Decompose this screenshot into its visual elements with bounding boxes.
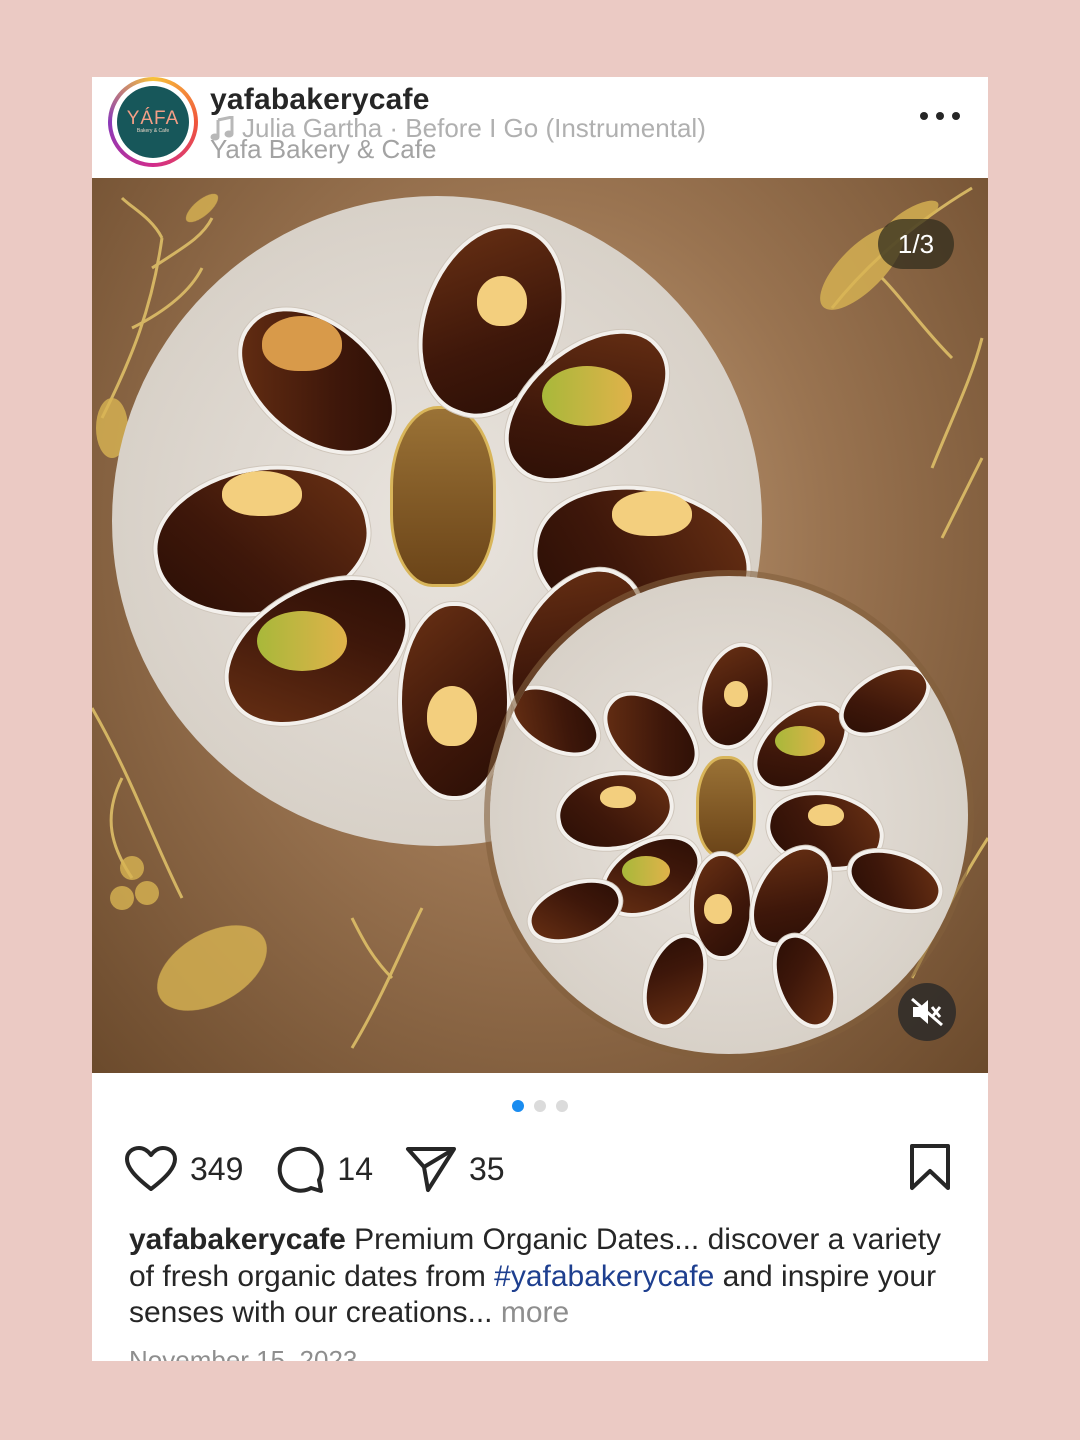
- story-ring[interactable]: YÁFA Bakery & Cafe: [108, 77, 198, 167]
- comment-bubble-icon: [278, 1146, 325, 1193]
- post-username[interactable]: yafabakerycafe: [210, 83, 430, 117]
- bookmark-icon: [910, 1143, 950, 1190]
- avatar-logo-subtext: Bakery & Cafe: [136, 128, 170, 134]
- share-button[interactable]: 35: [405, 1145, 505, 1193]
- post-card: YÁFA Bakery & Cafe yafabakerycafe Julia …: [92, 77, 988, 1361]
- caption-more-link[interactable]: more: [501, 1296, 569, 1329]
- post-caption: yafabakerycafe Premium Organic Dates... …: [129, 1222, 959, 1332]
- comment-button[interactable]: 14: [275, 1144, 373, 1194]
- carousel-dot[interactable]: [556, 1100, 568, 1112]
- caption-username[interactable]: yafabakerycafe: [129, 1223, 346, 1256]
- carousel-dot[interactable]: [512, 1100, 524, 1112]
- like-count[interactable]: 349: [190, 1151, 243, 1188]
- avatar[interactable]: YÁFA Bakery & Cafe: [117, 86, 189, 158]
- heart-icon: [125, 1146, 177, 1191]
- small-dates-platter: [490, 576, 968, 1054]
- hamsa-chocolate: [390, 406, 496, 587]
- more-options-icon[interactable]: [920, 103, 960, 129]
- share-count[interactable]: 35: [469, 1151, 505, 1188]
- carousel-dot[interactable]: [534, 1100, 546, 1112]
- post-media[interactable]: 1/3: [92, 178, 988, 1073]
- carousel-page-indicator: 1/3: [878, 219, 954, 269]
- carousel-dots: [92, 1100, 988, 1112]
- post-date: November 15, 2023: [129, 1345, 358, 1361]
- volume-muted-icon[interactable]: [898, 983, 956, 1041]
- like-button[interactable]: 349: [124, 1145, 243, 1193]
- post-actions: 349 14 35: [124, 1141, 952, 1197]
- post-location[interactable]: Yafa Bakery & Cafe: [210, 134, 436, 165]
- comment-count[interactable]: 14: [337, 1151, 373, 1188]
- save-button[interactable]: [908, 1143, 952, 1196]
- post-header: YÁFA Bakery & Cafe yafabakerycafe Julia …: [92, 77, 988, 178]
- small-hamsa-chocolate: [696, 756, 756, 858]
- paper-plane-icon: [405, 1147, 456, 1192]
- caption-hashtag[interactable]: #yafabakerycafe: [494, 1260, 714, 1293]
- avatar-logo-text: YÁFA: [126, 108, 180, 129]
